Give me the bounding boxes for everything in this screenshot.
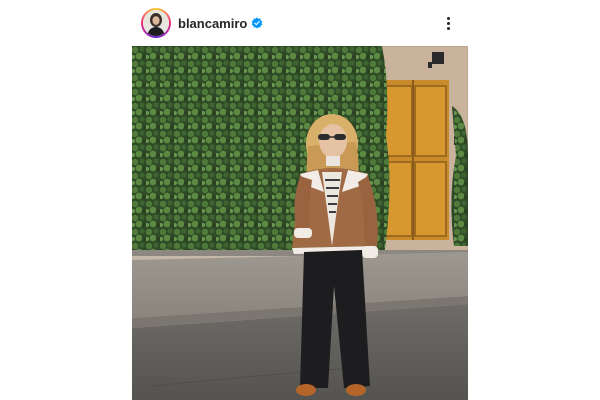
- avatar[interactable]: [143, 10, 169, 36]
- avatar-photo-icon: [143, 10, 169, 36]
- post-photo[interactable]: [132, 46, 468, 400]
- more-options-icon[interactable]: [438, 12, 458, 34]
- more-dot: [446, 21, 450, 25]
- post-header: blancamiro: [132, 0, 468, 46]
- more-dot: [446, 16, 450, 20]
- post-image: [132, 46, 468, 400]
- username[interactable]: blancamiro: [178, 16, 247, 31]
- verified-badge-icon: [251, 17, 263, 29]
- avatar-story-ring[interactable]: [141, 8, 171, 38]
- more-dot: [446, 26, 450, 30]
